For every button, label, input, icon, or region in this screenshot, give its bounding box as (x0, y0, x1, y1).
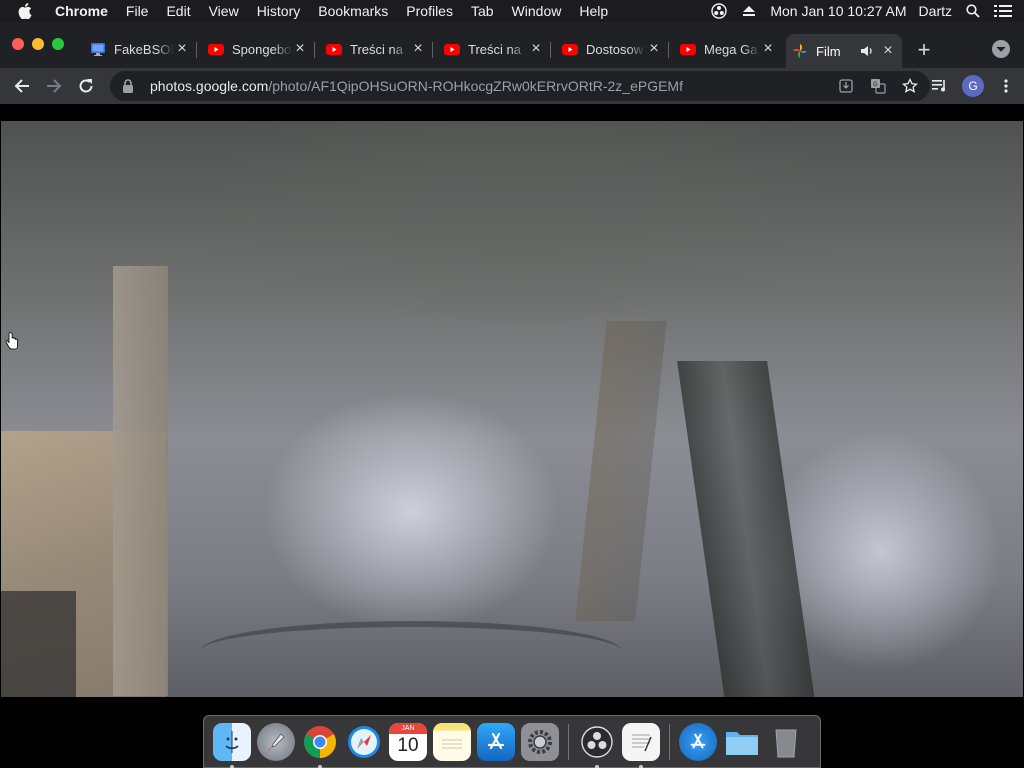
app-store-download-icon[interactable] (679, 722, 717, 761)
menu-user-name[interactable]: Dartz (913, 3, 958, 19)
video-player[interactable] (1, 121, 1023, 697)
tab-film-active[interactable]: Film × (786, 34, 902, 68)
window-controls (12, 38, 64, 50)
address-bar[interactable]: photos.google.com /photo/AF1QipOHSuORN-R… (110, 71, 930, 101)
tab-search-icon[interactable] (992, 40, 1010, 58)
tab-close-icon[interactable]: × (528, 40, 544, 57)
youtube-icon (680, 41, 696, 57)
bookmark-star-icon[interactable] (898, 74, 922, 98)
safari-icon[interactable] (345, 723, 383, 761)
obs-status-icon[interactable] (708, 0, 730, 22)
chrome-icon[interactable] (301, 723, 339, 768)
install-app-icon[interactable] (834, 74, 858, 98)
menu-tab[interactable]: Tab (462, 0, 503, 22)
menu-history[interactable]: History (248, 0, 310, 22)
monitor-icon (90, 41, 106, 57)
tab-close-icon[interactable]: × (410, 40, 426, 57)
url-host: photos.google.com (150, 78, 269, 94)
menu-edit[interactable]: Edit (157, 0, 199, 22)
macos-dock: JAN 10 (203, 715, 821, 768)
window-minimize-button[interactable] (32, 38, 44, 50)
youtube-icon (444, 41, 460, 57)
more-menu-icon[interactable] (990, 70, 1022, 102)
media-control-icon[interactable] (924, 70, 956, 102)
launchpad-icon[interactable] (257, 722, 295, 761)
tab-close-icon[interactable]: × (646, 40, 662, 57)
lock-icon[interactable] (122, 78, 138, 94)
youtube-icon (208, 41, 224, 57)
url-path: /photo/AF1QipOHSuORN-ROHkocgZRw0kERrvORt… (268, 78, 683, 94)
window-close-button[interactable] (12, 38, 24, 50)
tab-title: Treści na (350, 41, 403, 57)
calendar-icon[interactable]: JAN 10 (389, 722, 427, 761)
folder-icon[interactable] (723, 723, 761, 761)
textedit-icon[interactable] (622, 722, 660, 768)
obs-icon[interactable] (578, 723, 616, 768)
tab-strip: FakeBSOD × Spongebob × Treści na × Treśc… (0, 22, 1024, 68)
tab-close-icon[interactable]: × (292, 40, 308, 57)
forward-arrow-icon[interactable] (38, 70, 70, 102)
tab-title: Spongebob (232, 41, 292, 57)
new-tab-button[interactable]: + (912, 37, 936, 62)
google-photos-icon (792, 43, 808, 59)
system-preferences-icon[interactable] (521, 722, 559, 761)
youtube-icon (562, 41, 578, 57)
menu-profiles[interactable]: Profiles (397, 0, 462, 22)
back-arrow-icon[interactable] (6, 70, 38, 102)
menu-bookmarks[interactable]: Bookmarks (309, 0, 397, 22)
window-maximize-button[interactable] (52, 38, 64, 50)
tab-spongebob[interactable]: Spongebob × (202, 34, 315, 64)
tab-close-icon[interactable]: × (760, 40, 776, 57)
notes-icon[interactable] (433, 722, 471, 761)
trash-icon[interactable] (767, 723, 805, 761)
menu-window[interactable]: Window (503, 0, 571, 22)
tab-fakebsod[interactable]: FakeBSOD × (84, 34, 197, 64)
tab-title: Treści na (468, 41, 521, 57)
tab-close-icon[interactable]: × (880, 42, 896, 59)
menu-help[interactable]: Help (570, 0, 617, 22)
calendar-month: JAN (389, 722, 427, 734)
eject-icon[interactable] (738, 0, 760, 22)
tab-close-icon[interactable]: × (174, 40, 190, 57)
browser-toolbar: photos.google.com /photo/AF1QipOHSuORN-R… (0, 68, 1024, 104)
tab-title: FakeBSOD (114, 41, 174, 57)
tab-dostosow[interactable]: Dostosow × (556, 34, 669, 64)
menu-clock[interactable]: Mon Jan 10 10:27 AM (764, 3, 912, 19)
macos-menu-bar: Chrome File Edit View History Bookmarks … (0, 0, 1024, 22)
speaker-audio-icon[interactable] (860, 43, 876, 59)
spotlight-search-icon[interactable] (962, 0, 984, 22)
apple-menu-icon[interactable] (18, 3, 38, 19)
tab-title: Dostosow (586, 41, 644, 57)
app-store-icon[interactable] (477, 722, 515, 761)
finder-icon[interactable] (213, 722, 251, 768)
calendar-day: 10 (397, 734, 419, 756)
profile-avatar[interactable]: G (962, 75, 984, 97)
control-center-icon[interactable] (992, 0, 1014, 22)
translate-icon[interactable]: G (866, 74, 890, 98)
svg-text:G: G (873, 81, 878, 88)
tab-tresci-2[interactable]: Treści na × (438, 34, 551, 64)
youtube-icon (326, 41, 342, 57)
tab-title: Film (816, 43, 841, 59)
menu-app-name[interactable]: Chrome (46, 0, 117, 22)
tab-title: Mega Ga (704, 41, 758, 57)
tab-mega-ga[interactable]: Mega Ga × (674, 34, 782, 64)
hand-cursor-icon (5, 332, 19, 350)
menu-file[interactable]: File (117, 0, 158, 22)
tab-tresci-1[interactable]: Treści na × (320, 34, 433, 64)
menu-view[interactable]: View (200, 0, 248, 22)
reload-icon[interactable] (70, 70, 102, 102)
page-content (0, 104, 1024, 704)
